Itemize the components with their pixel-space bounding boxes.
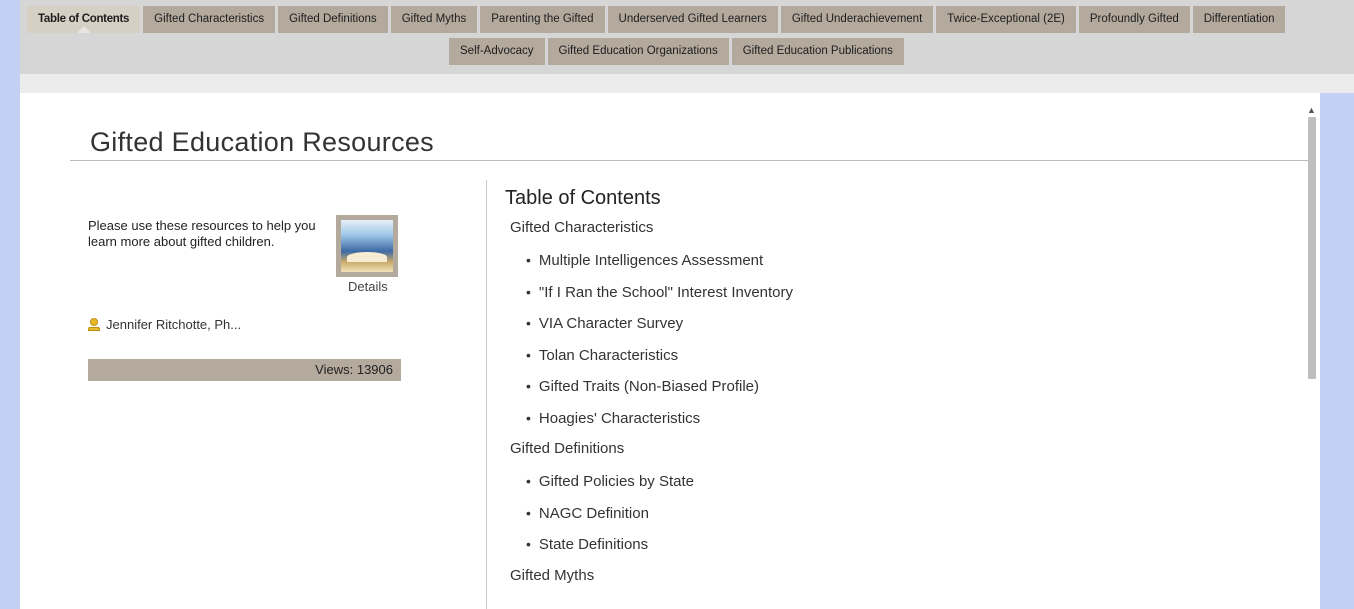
tab-gifted-myths[interactable]: Gifted Myths: [390, 6, 478, 33]
scroll-up-arrow-icon[interactable]: ▲: [1303, 103, 1320, 117]
toc-item[interactable]: Multiple Intelligences Assessment: [526, 248, 1285, 280]
author-link[interactable]: Jennifer Ritchotte, Ph...: [88, 317, 241, 332]
author-name[interactable]: Jennifer Ritchotte, Ph...: [106, 317, 241, 332]
vertical-scrollbar[interactable]: ▲: [1303, 93, 1320, 609]
toc-body: Gifted CharacteristicsMultiple Intellige…: [505, 216, 1285, 596]
tab-gifted-definitions[interactable]: Gifted Definitions: [278, 6, 388, 33]
tab-bar-footer: [20, 74, 1354, 93]
toc-item[interactable]: Gifted Policies by State: [526, 469, 1285, 501]
tab-parenting-the-gifted[interactable]: Parenting the Gifted: [480, 6, 605, 33]
toc-section-title[interactable]: Gifted Characteristics: [510, 216, 1285, 248]
tab-self-advocacy[interactable]: Self-Advocacy: [449, 38, 545, 65]
tab-gifted-education-organizations[interactable]: Gifted Education Organizations: [547, 38, 729, 65]
tab-row-primary: Table of Contents Gifted Characteristics G…: [27, 6, 1286, 33]
toc-item[interactable]: NAGC Definition: [526, 501, 1285, 533]
toc-heading: Table of Contents: [505, 187, 661, 209]
column-divider: [486, 180, 487, 609]
toc-item[interactable]: Tolan Characteristics: [526, 343, 1285, 375]
toc-item[interactable]: VIA Character Survey: [526, 311, 1285, 343]
toc-list: Multiple Intelligences Assessment"If I R…: [505, 248, 1285, 437]
tab-table-of-contents[interactable]: Table of Contents: [27, 6, 141, 33]
details-link[interactable]: Details: [348, 279, 388, 294]
tab-differentiation[interactable]: Differentiation: [1192, 6, 1286, 33]
page-title: Gifted Education Resources: [90, 127, 434, 157]
title-divider: [70, 160, 1310, 161]
toc-list: Gifted Policies by StateNAGC DefinitionS…: [505, 469, 1285, 564]
toc-item[interactable]: "If I Ran the School" Interest Inventory: [526, 280, 1285, 312]
toc-section-title[interactable]: Gifted Definitions: [510, 437, 1285, 469]
user-icon: [88, 317, 100, 332]
toc-section-title[interactable]: Gifted Myths: [510, 564, 1285, 596]
scroll-thumb[interactable]: [1308, 117, 1316, 379]
intro-text: Please use these resources to help you l…: [88, 218, 316, 249]
tab-row-secondary: Self-Advocacy Gifted Education Organizati…: [449, 38, 904, 65]
views-counter: Views: 13906: [88, 359, 401, 381]
tab-gifted-underachievement[interactable]: Gifted Underachievement: [780, 6, 934, 33]
tab-profoundly-gifted[interactable]: Profoundly Gifted: [1078, 6, 1190, 33]
resource-thumbnail[interactable]: [336, 215, 398, 277]
tab-gifted-education-publications[interactable]: Gifted Education Publications: [731, 38, 904, 65]
tab-underserved-gifted-learners[interactable]: Underserved Gifted Learners: [607, 6, 778, 33]
toc-item[interactable]: Gifted Traits (Non-Biased Profile): [526, 374, 1285, 406]
book-image-icon: [341, 220, 393, 272]
tab-gifted-characteristics[interactable]: Gifted Characteristics: [143, 6, 276, 33]
toc-item[interactable]: Hoagies' Characteristics: [526, 406, 1285, 438]
tab-bar: Table of Contents Gifted Characteristics G…: [20, 0, 1354, 74]
toc-item[interactable]: State Definitions: [526, 532, 1285, 564]
tab-twice-exceptional-2e[interactable]: Twice-Exceptional (2E): [936, 6, 1076, 33]
table-of-contents: Table of Contents Gifted Characteristics…: [505, 187, 1285, 596]
